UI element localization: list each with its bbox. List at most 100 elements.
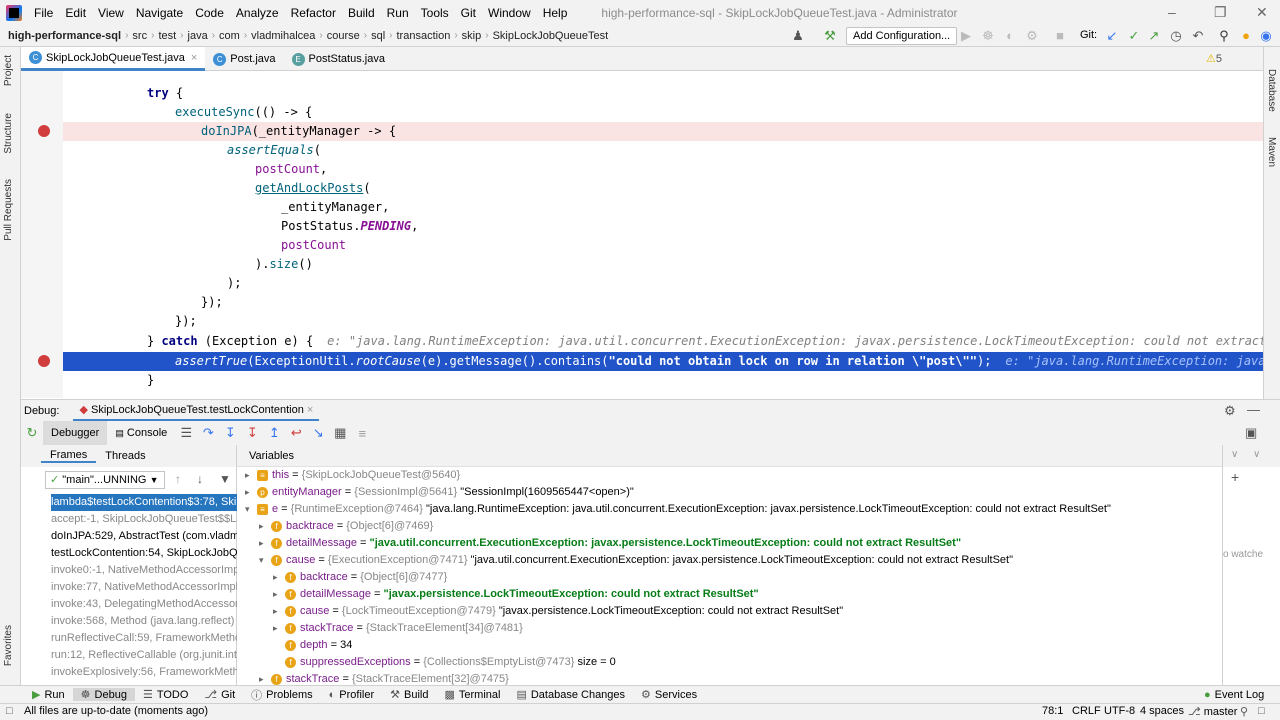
tool-tab-database[interactable]: Database [1266,69,1277,112]
drop-frame-icon[interactable]: ↩ [285,425,307,441]
expand-icon[interactable]: ▸ [245,467,257,484]
menu-file[interactable]: File [28,6,59,20]
expand-watches-icon[interactable]: ∨ [1253,449,1260,460]
line-separator[interactable]: CRLF [1072,705,1101,717]
variable-row[interactable]: f depth = 34 [285,637,352,654]
tool-services[interactable]: ⚙ Services [633,688,705,702]
menu-view[interactable]: View [92,6,130,20]
tool-problems[interactable]: ⓘ Problems [243,687,320,703]
filter-icon[interactable]: ▼ [219,472,231,486]
tool-tab-maven[interactable]: Maven [1266,137,1277,167]
git-push-icon[interactable]: ↗ [1146,28,1162,44]
frame-item[interactable]: invokeExplosively:56, FrameworkMethod [51,664,237,681]
variable-row[interactable]: ▾ ≡ e = {RuntimeException@7464} "java.lang… [245,501,1111,518]
caret-position[interactable]: 78:1 [1042,705,1063,717]
expand-icon[interactable]: ▸ [273,569,285,586]
menu-git[interactable]: Git [455,6,482,20]
tool-build[interactable]: ⚒ Build [382,688,436,702]
up-arrow-icon[interactable]: ↑ [175,472,181,486]
step-over-icon[interactable]: ↷ [197,425,219,441]
menu-tools[interactable]: Tools [415,6,455,20]
lock-icon[interactable]: ⚲ [1240,705,1248,718]
down-arrow-icon[interactable]: ↓ [197,472,203,486]
git-branch[interactable]: ⎇ master [1188,705,1237,718]
frame-item[interactable]: run:12, ReflectiveCallable (org.junit.in… [51,647,237,664]
menu-window[interactable]: Window [482,6,537,20]
collapse-icon[interactable]: ▾ [259,552,271,569]
user-icon[interactable]: ♟ [790,28,806,44]
frame-item[interactable]: doInJPA:529, AbstractTest (com.vladmih [51,528,237,545]
rerun-icon[interactable]: ↻ [21,425,43,441]
debug-session-tab[interactable]: ◆ SkipLockJobQueueTest.testLockContentio… [73,400,320,421]
tab-frames[interactable]: Frames [41,449,97,463]
menu-navigate[interactable]: Navigate [130,6,189,20]
breadcrumb-java[interactable]: java [184,30,212,42]
expand-icon[interactable]: ▸ [259,518,271,535]
menu-run[interactable]: Run [381,6,415,20]
variable-row[interactable]: ▾ f cause = {ExecutionException@7471} "jav… [259,552,1013,569]
run-to-cursor-icon[interactable]: ↘ [307,425,329,441]
menu-build[interactable]: Build [342,6,381,20]
variable-row[interactable]: ▸ f cause = {LockTimeoutException@7479} "j… [273,603,843,620]
stop-icon[interactable]: ■ [1052,28,1068,44]
tool-run[interactable]: ▶ Run [24,688,73,702]
collapse-watches-icon[interactable]: ∨ [1231,449,1238,460]
frame-item[interactable]: invoke0:-1, NativeMethodAccessorImpl ( [51,562,237,579]
git-commit-icon[interactable]: ✓ [1126,28,1142,44]
breadcrumb-class[interactable]: SkipLockJobQueueTest [489,30,613,42]
tool-tab-structure[interactable]: Structure [3,113,14,154]
tool-database-changes[interactable]: ▤ Database Changes [508,688,633,702]
close-session-icon[interactable]: × [307,404,313,416]
expand-icon[interactable]: ▸ [273,586,285,603]
expand-icon[interactable]: ▸ [259,535,271,552]
breadcrumb-test[interactable]: test [154,30,180,42]
breakpoint-icon[interactable] [38,125,50,137]
tool-terminal[interactable]: ▩ Terminal [436,688,508,702]
restore-layout-icon[interactable]: ▣ [1245,425,1257,441]
expand-icon[interactable]: ▸ [273,603,285,620]
close-icon[interactable]: ✕ [1256,4,1268,21]
frame-item[interactable]: accept:-1, SkipLockJobQueueTest$$Lamb [51,511,237,528]
step-into-icon[interactable]: ↧ [219,425,241,441]
build-hammer-icon[interactable]: ⚒ [822,28,838,44]
breadcrumb-transaction[interactable]: transaction [393,30,455,42]
force-step-into-icon[interactable]: ↧ [241,425,263,441]
frame-item[interactable]: runReflectiveCall:59, FrameworkMethod$ [51,630,237,647]
tool-tab-project[interactable]: Project [3,55,14,86]
file-encoding[interactable]: UTF-8 [1104,705,1135,717]
breadcrumb-com[interactable]: com [215,30,244,42]
frame-item[interactable]: invoke:43, DelegatingMethodAccessorIm [51,596,237,613]
history-icon[interactable]: ◷ [1168,28,1184,44]
tab-console[interactable]: ▤ Console [107,427,175,439]
editor-gutter[interactable] [21,71,63,398]
update-icon[interactable]: ● [1238,28,1254,44]
tab-debugger[interactable]: Debugger [43,421,108,445]
settings-icon[interactable]: ◉ [1258,28,1274,44]
frame-item[interactable]: invoke:77, NativeMethodAccessorImpl (ja [51,579,237,596]
tool-debug[interactable]: ☸ Debug [72,688,135,701]
menu-edit[interactable]: Edit [59,6,92,20]
variable-row[interactable]: ▸ ≡ this = {SkipLockJobQueueTest@5640} [245,467,460,484]
layout-toggle-icon[interactable]: □ [6,705,13,717]
tab-close-icon[interactable]: × [191,52,197,64]
menu-analyze[interactable]: Analyze [230,6,285,20]
step-out-icon[interactable]: ↥ [263,425,285,441]
frame-item[interactable]: testLockContention:54, SkipLockJobQueu [51,545,237,562]
tab-skiplockjobqueuetest[interactable]: C SkipLockJobQueueTest.java × [21,47,206,71]
variable-row[interactable]: ▸ f detailMessage = "java.util.concurrent.… [259,535,961,552]
menu-help[interactable]: Help [537,6,574,20]
add-watch-icon[interactable]: + [1231,469,1239,485]
tool-event-log[interactable]: ● Event Log [1196,689,1272,701]
indent-setting[interactable]: 4 spaces [1140,705,1184,717]
run-configuration-select[interactable]: Add Configuration... [846,27,958,45]
breadcrumb-src[interactable]: src [128,30,151,42]
breadcrumb-course[interactable]: course [323,30,364,42]
warnings-indicator[interactable]: ⚠5 [1206,52,1222,65]
breadcrumb-project[interactable]: high-performance-sql [0,30,125,42]
search-icon[interactable]: ⚲ [1216,28,1232,44]
layout-icon[interactable]: ☰ [175,425,197,441]
tab-threads[interactable]: Threads [96,450,154,462]
tool-tab-pull-requests[interactable]: Pull Requests [3,179,14,241]
method-link[interactable]: getAndLockPosts [255,181,363,195]
profile-icon[interactable]: ⚙ [1024,28,1040,44]
